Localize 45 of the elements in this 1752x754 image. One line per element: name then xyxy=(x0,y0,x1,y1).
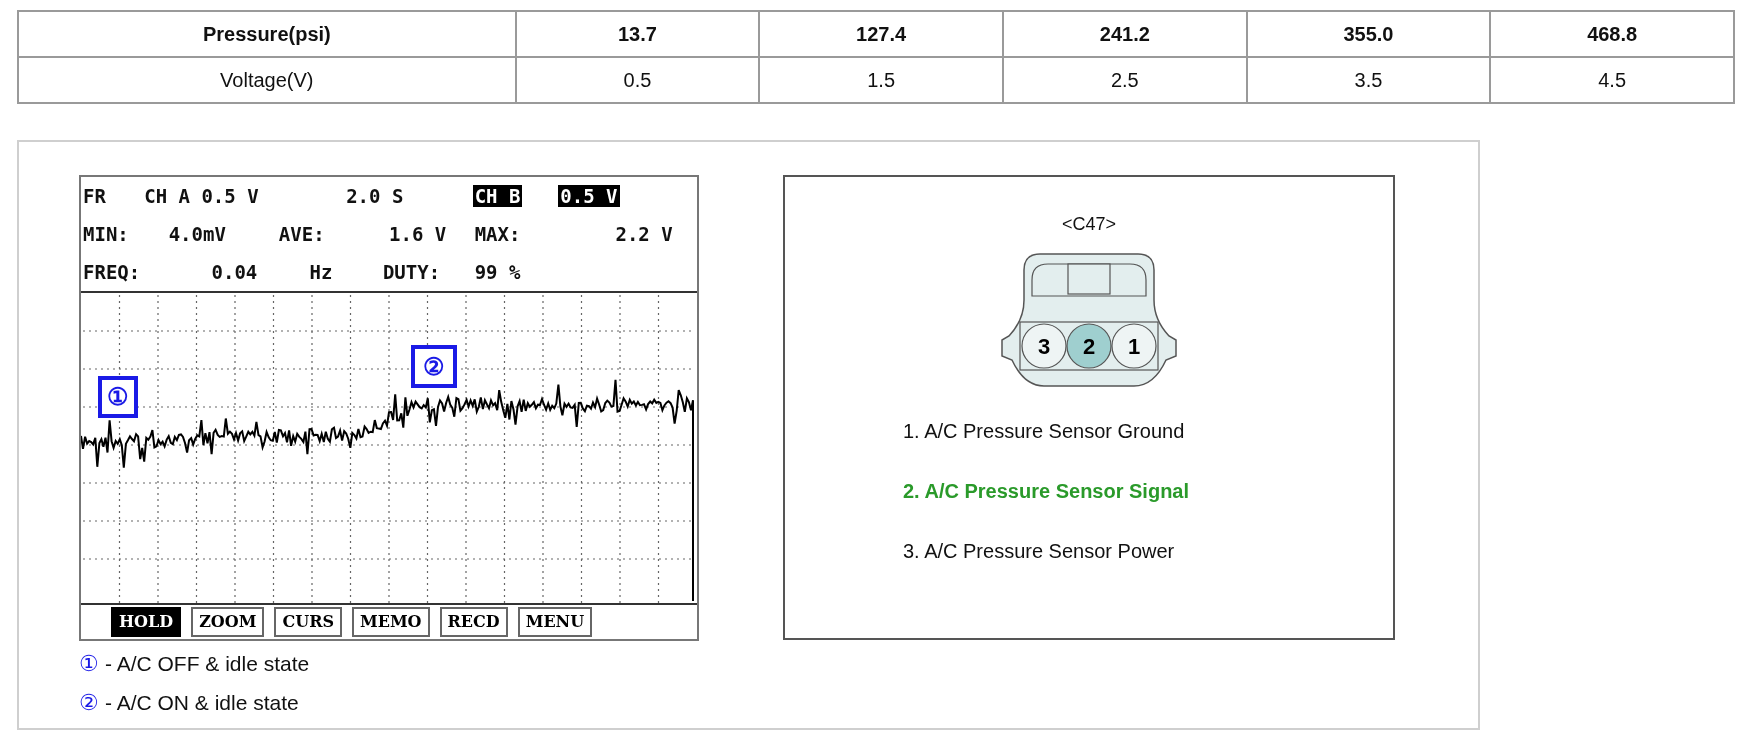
column-header: 468.8 xyxy=(1490,11,1734,57)
table-cell: 2.5 xyxy=(1002,57,1247,103)
scope-reading: 2.0 S xyxy=(345,184,405,208)
scope-button[interactable]: MENU xyxy=(517,607,593,637)
scope-reading: 2.2 V xyxy=(614,222,674,246)
scope-reading: MAX: xyxy=(473,222,522,246)
pin-description: 1. A/C Pressure Sensor Ground xyxy=(903,419,1186,444)
scope-reading: 99 % xyxy=(473,260,522,284)
scope-reading: FREQ: xyxy=(82,260,142,284)
table-cell: 4.5 xyxy=(1490,57,1734,103)
scope-reading: CH A 0.5 V xyxy=(143,184,260,208)
scope-reading: DUTY: xyxy=(381,260,442,284)
legend-text: - A/C ON & idle state xyxy=(105,689,299,716)
pin-description: 2. A/C Pressure Sensor Signal xyxy=(903,479,1190,504)
scope-button[interactable]: HOLD xyxy=(111,607,182,637)
scope-button[interactable]: RECD xyxy=(439,607,508,637)
column-header: 127.4 xyxy=(759,11,1003,57)
scope-button[interactable]: ZOOM xyxy=(191,607,265,637)
scope-reading: AVE: xyxy=(277,222,326,246)
pin-description: 3. A/C Pressure Sensor Power xyxy=(903,539,1176,564)
scope-reading: 4.0mV xyxy=(167,222,227,246)
connector-title: <C47> xyxy=(1061,213,1116,236)
marker-label: ② xyxy=(79,689,99,717)
marker-label: ② xyxy=(411,345,457,388)
table-cell: Voltage(V) xyxy=(18,57,516,103)
connector-drawing: 3 2 1 xyxy=(1001,253,1177,387)
scope-reading: 0.04 xyxy=(210,260,259,284)
table-cell: 3.5 xyxy=(1246,57,1491,103)
scope-reading: CH B xyxy=(472,184,523,208)
scope-reading: Hz xyxy=(308,260,334,284)
table-cell: 1.5 xyxy=(759,57,1003,103)
scope-button[interactable]: CURS xyxy=(274,607,342,637)
scope-reading: MIN: xyxy=(82,222,130,246)
scope-button[interactable]: MEMO xyxy=(352,607,430,637)
scope-reading: 1.6 V xyxy=(388,222,448,246)
legend-text: - A/C OFF & idle state xyxy=(105,650,310,677)
scope-reading: FR xyxy=(82,184,107,208)
column-header: 355.0 xyxy=(1246,11,1491,57)
marker-label: ① xyxy=(79,650,99,678)
column-header: 241.2 xyxy=(1002,11,1247,57)
column-header: 13.7 xyxy=(515,11,760,57)
marker-label: ① xyxy=(98,376,138,418)
column-header: Pressure(psi) xyxy=(18,11,516,57)
table-cell: 0.5 xyxy=(515,57,760,103)
scope-reading: 0.5 V xyxy=(558,184,620,208)
